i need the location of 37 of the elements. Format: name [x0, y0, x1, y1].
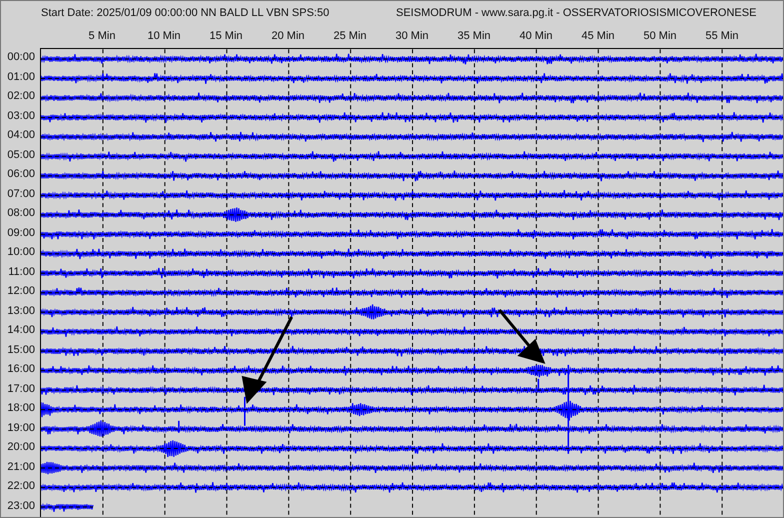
hour-label: 07:00	[6, 186, 36, 202]
minute-label: 55 Min	[704, 30, 740, 42]
hour-label: 06:00	[6, 167, 36, 182]
minute-label: 45 Min	[580, 30, 616, 42]
minute-label: 50 Min	[642, 30, 678, 42]
hour-label: 22:00	[6, 479, 36, 494]
hour-label: 03:00	[6, 108, 36, 124]
hour-label: 09:00	[6, 226, 36, 240]
hour-label: 08:00	[6, 206, 36, 221]
minute-label: 40 Min	[518, 30, 554, 42]
hour-label: 18:00	[6, 401, 36, 416]
hour-label: 14:00	[6, 323, 36, 338]
hour-label: 00:00	[6, 50, 36, 65]
hour-label: 12:00	[6, 284, 36, 299]
minute-label: 20 Min	[270, 30, 306, 42]
minute-label: 5 Min	[88, 30, 116, 42]
hour-label: 10:00	[6, 245, 36, 260]
hour-label: 16:00	[6, 362, 36, 377]
hour-label: 04:00	[6, 128, 36, 143]
start-date-text: Start Date: 2025/01/09 00:00:00 NN BALD LL VBN SPS:50	[41, 6, 330, 18]
hour-label: 17:00	[6, 382, 36, 396]
station-title: SEISMODRUM - www.sara.pg.it - OSSERVATORIOSISMICOVERONESE	[396, 6, 756, 18]
hour-label: 15:00	[6, 342, 36, 358]
hour-label: 20:00	[6, 440, 36, 455]
hour-label: 23:00	[6, 498, 36, 514]
minute-label: 35 Min	[456, 30, 492, 42]
hour-label: 13:00	[6, 304, 36, 318]
hour-label: 11:00	[7, 264, 36, 280]
hour-label: 05:00	[6, 148, 36, 162]
minute-label: 25 Min	[332, 30, 368, 42]
hour-label: 02:00	[6, 89, 36, 104]
minute-label: 10 Min	[146, 30, 182, 42]
hour-label: 21:00	[6, 460, 36, 474]
hour-label: 01:00	[6, 70, 36, 84]
hour-label: 19:00	[6, 420, 36, 436]
minute-label: 30 Min	[394, 30, 430, 42]
minute-label: 15 Min	[208, 30, 244, 42]
